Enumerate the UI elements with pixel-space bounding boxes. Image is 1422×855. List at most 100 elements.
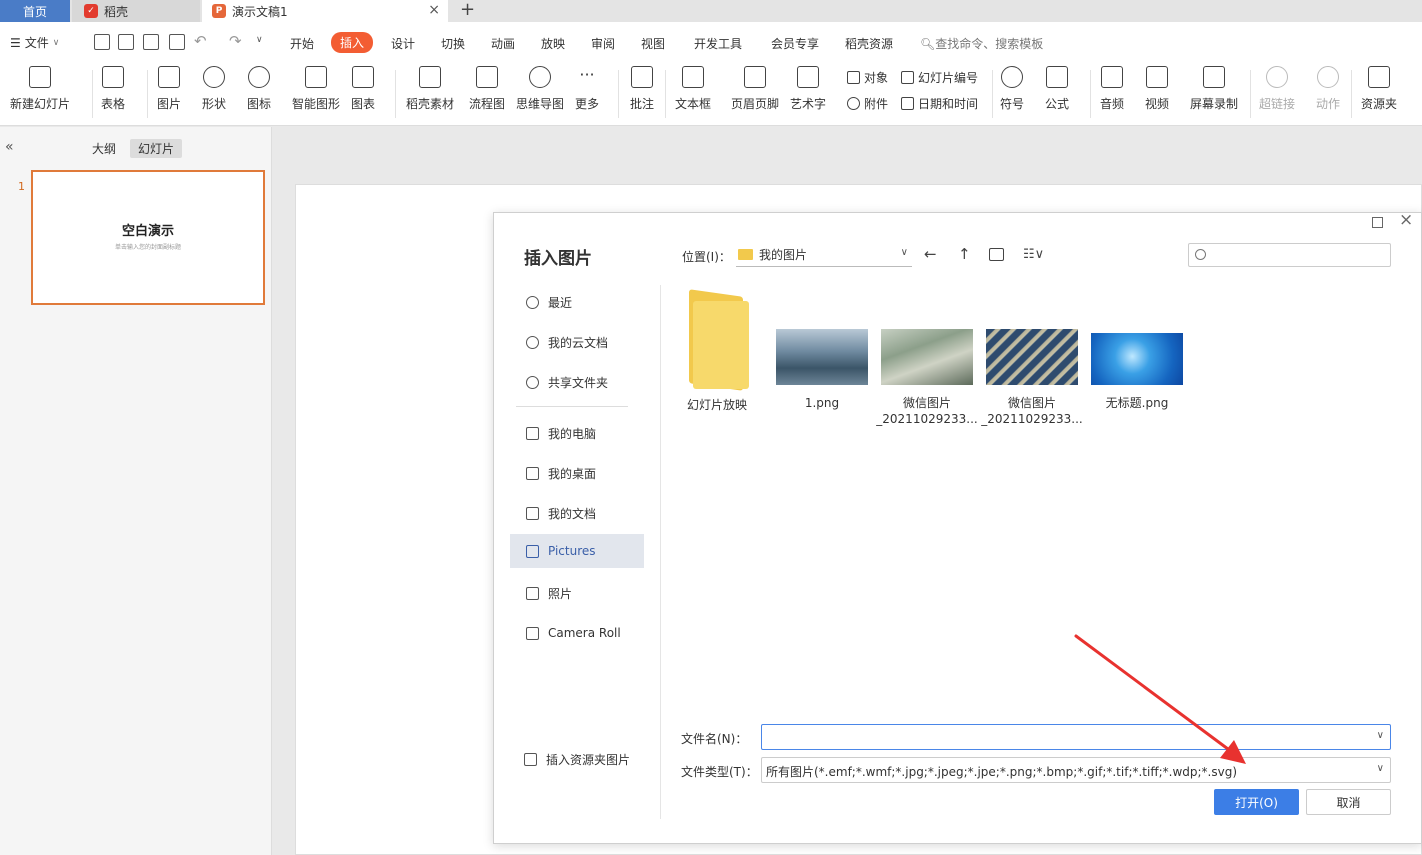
menu-developer[interactable]: 开发工具 bbox=[694, 35, 742, 52]
file-name: 幻灯片放映 bbox=[664, 397, 770, 413]
slide-number-button[interactable]: 幻灯片编号 bbox=[901, 69, 978, 86]
nav-pictures[interactable]: Pictures bbox=[510, 534, 644, 568]
close-tab-icon[interactable]: × bbox=[428, 2, 440, 18]
cancel-button[interactable]: 取消 bbox=[1306, 789, 1391, 815]
nav-cloud-docs[interactable]: 我的云文档 bbox=[510, 325, 644, 359]
flowchart-button[interactable]: 流程图 bbox=[469, 66, 505, 112]
chart-button[interactable]: 图表 bbox=[351, 66, 375, 112]
print-icon[interactable] bbox=[143, 34, 159, 50]
tab-daoke[interactable]: ✓ 稻壳 bbox=[72, 0, 200, 22]
folder-icon bbox=[526, 544, 539, 558]
nav-recent[interactable]: 最近 bbox=[510, 285, 644, 319]
maximize-icon[interactable] bbox=[1372, 217, 1383, 228]
comment-label: 批注 bbox=[630, 97, 655, 111]
header-footer-button[interactable]: 页眉页脚 bbox=[731, 66, 779, 112]
comment-button[interactable]: 批注 bbox=[630, 66, 654, 112]
tab-document[interactable]: P 演示文稿1 × bbox=[202, 0, 448, 22]
file-search-input[interactable] bbox=[1188, 243, 1391, 267]
shape-button[interactable]: 形状 bbox=[202, 66, 226, 112]
art-text-button[interactable]: 艺术字 bbox=[790, 66, 826, 112]
shape-label: 形状 bbox=[202, 97, 227, 111]
menu-design[interactable]: 设计 bbox=[391, 35, 415, 52]
print-preview-icon[interactable] bbox=[169, 34, 185, 50]
file-name-line: 无标题.png bbox=[1105, 396, 1169, 410]
resource-folder-button[interactable]: 资源夹 bbox=[1361, 66, 1397, 112]
file-menu[interactable]: ☰ 文件 ∨ bbox=[10, 34, 59, 51]
formula-label: 公式 bbox=[1045, 97, 1070, 111]
file-item-folder[interactable]: 幻灯片放映 bbox=[664, 289, 770, 413]
chevron-down-icon: ∨ bbox=[900, 247, 908, 258]
folder-icon bbox=[689, 289, 749, 391]
daoke-material-label: 稻壳素材 bbox=[406, 97, 455, 111]
command-search-label: 查找命令、搜索模板 bbox=[935, 37, 1044, 51]
file-item-image[interactable]: 微信图片 _20211029233... bbox=[874, 293, 980, 427]
filetype-select[interactable]: 所有图片(*.emf;*.wmf;*.jpg;*.jpeg;*.jpe;*.pn… bbox=[761, 757, 1391, 783]
more-button[interactable]: ··· 更多 bbox=[575, 66, 599, 112]
picture-button[interactable]: 图片 bbox=[157, 66, 181, 112]
shape-icon bbox=[203, 66, 225, 88]
customize-toolbar-icon[interactable]: ∨ bbox=[256, 35, 263, 45]
video-button[interactable]: 视频 bbox=[1145, 66, 1169, 112]
file-item-image[interactable]: 1.png bbox=[769, 293, 875, 411]
file-name: 1.png bbox=[769, 395, 875, 411]
tab-home[interactable]: 首页 bbox=[0, 0, 70, 22]
save-icon[interactable] bbox=[94, 34, 110, 50]
menu-review[interactable]: 审阅 bbox=[591, 35, 615, 52]
collapse-pane-icon[interactable]: « bbox=[5, 139, 14, 155]
menu-slideshow[interactable]: 放映 bbox=[541, 35, 565, 52]
attachment-button[interactable]: 附件 bbox=[847, 95, 888, 112]
icon-button[interactable]: 图标 bbox=[247, 66, 271, 112]
menu-animation[interactable]: 动画 bbox=[491, 35, 515, 52]
nav-camera-roll[interactable]: Camera Roll bbox=[510, 616, 644, 650]
tab-outline[interactable]: 大纲 bbox=[84, 139, 124, 158]
nav-photos[interactable]: 照片 bbox=[510, 576, 644, 610]
audio-button[interactable]: 音频 bbox=[1100, 66, 1124, 112]
menu-start[interactable]: 开始 bbox=[290, 35, 314, 52]
export-pdf-icon[interactable] bbox=[118, 34, 134, 50]
location-dropdown[interactable]: 我的图片 ∨ bbox=[736, 243, 912, 267]
nav-desktop[interactable]: 我的桌面 bbox=[510, 456, 644, 490]
menu-member[interactable]: 会员专享 bbox=[771, 35, 819, 52]
new-slide-button[interactable]: 新建幻灯片 bbox=[10, 66, 70, 112]
insert-from-resource-folder[interactable]: 插入资源夹图片 bbox=[524, 751, 630, 768]
open-button[interactable]: 打开(O) bbox=[1214, 789, 1299, 815]
formula-button[interactable]: 公式 bbox=[1045, 66, 1069, 112]
close-icon[interactable]: × bbox=[1399, 210, 1413, 230]
up-arrow-icon[interactable]: ↑ bbox=[958, 245, 971, 263]
tab-daoke-label: 稻壳 bbox=[104, 4, 129, 19]
slide-thumbnail[interactable]: 空白演示 单击输入您的封面副标题 bbox=[31, 170, 265, 305]
menu-insert[interactable]: 插入 bbox=[331, 32, 374, 53]
back-arrow-icon[interactable]: ← bbox=[924, 245, 937, 263]
new-tab-icon[interactable]: + bbox=[460, 0, 475, 20]
command-search[interactable]: 🔍︎查找命令、搜索模板 bbox=[920, 35, 1043, 52]
hyperlink-button: 超链接 bbox=[1259, 66, 1295, 112]
image-thumbnail bbox=[1091, 333, 1183, 385]
chevron-down-icon[interactable]: ∨ bbox=[1377, 730, 1384, 741]
view-mode-icon[interactable]: ☷∨ bbox=[1023, 247, 1044, 262]
tab-slides[interactable]: 幻灯片 bbox=[130, 139, 183, 158]
menu-transition[interactable]: 切换 bbox=[441, 35, 465, 52]
new-folder-icon[interactable] bbox=[989, 248, 1004, 261]
screen-record-icon bbox=[1203, 66, 1225, 88]
nav-shared-folder[interactable]: 共享文件夹 bbox=[510, 365, 644, 399]
daoke-material-button[interactable]: 稻壳素材 bbox=[406, 66, 454, 112]
menu-view[interactable]: 视图 bbox=[641, 35, 665, 52]
location-value: 我的图片 bbox=[759, 248, 808, 262]
mindmap-button[interactable]: 思维导图 bbox=[516, 66, 564, 112]
file-item-image[interactable]: 无标题.png bbox=[1084, 293, 1190, 411]
date-time-button[interactable]: 日期和时间 bbox=[901, 95, 978, 112]
screen-record-button[interactable]: 屏幕录制 bbox=[1190, 66, 1238, 112]
smart-shape-button[interactable]: 智能图形 bbox=[292, 66, 340, 112]
menu-daoke-resources[interactable]: 稻壳资源 bbox=[845, 35, 893, 52]
undo-icon[interactable]: ↶ bbox=[194, 32, 207, 50]
object-button[interactable]: 对象 bbox=[847, 69, 888, 86]
redo-icon[interactable]: ↷ bbox=[229, 32, 242, 50]
symbol-button[interactable]: 符号 bbox=[1000, 66, 1024, 112]
table-button[interactable]: 表格 bbox=[101, 66, 125, 112]
file-item-image[interactable]: 微信图片 _20211029233... bbox=[979, 293, 1085, 427]
textbox-button[interactable]: 文本框 bbox=[675, 66, 711, 112]
nav-documents[interactable]: 我的文档 bbox=[510, 496, 644, 530]
header-footer-icon bbox=[744, 66, 766, 88]
filename-input[interactable]: ∨ bbox=[761, 724, 1391, 750]
nav-my-computer[interactable]: 我的电脑 bbox=[510, 416, 644, 450]
